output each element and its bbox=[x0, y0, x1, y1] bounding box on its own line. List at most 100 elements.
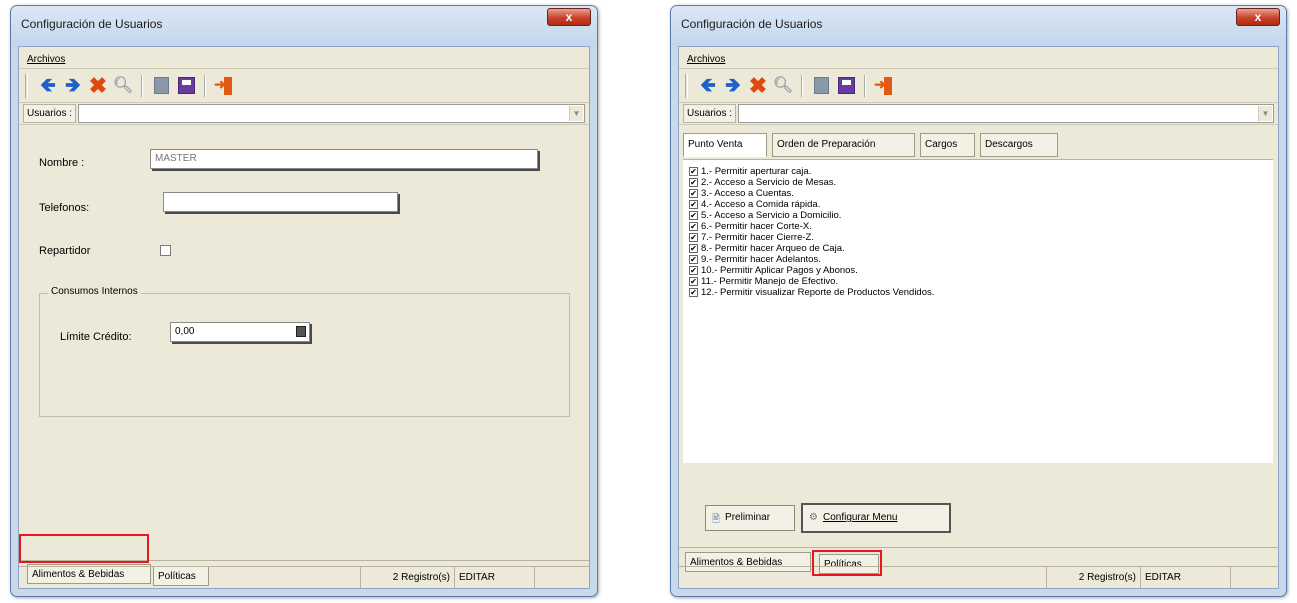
status-bar: 2 Registro(s) EDITAR bbox=[19, 566, 589, 588]
list-item[interactable]: ✔ 4.- Acceso a Comida rápida. bbox=[683, 199, 1273, 210]
list-item[interactable]: ✔ 3.- Acceso a Cuentas. bbox=[683, 188, 1273, 199]
list-item[interactable]: ✔ 1.- Permitir aperturar caja. bbox=[683, 166, 1273, 177]
permission-label: 2.- Acceso a Servicio de Mesas. bbox=[701, 177, 837, 188]
menu-archivos[interactable]: Archivos bbox=[687, 54, 725, 65]
nombre-label: Nombre : bbox=[39, 157, 85, 169]
check-icon[interactable]: ✔ bbox=[689, 277, 698, 286]
permission-label: 6.- Permitir hacer Corte-X. bbox=[701, 221, 812, 232]
search-icon[interactable]: 🔍︎ bbox=[112, 75, 134, 97]
users-row: Usuarios : ▼ bbox=[19, 103, 589, 125]
list-item[interactable]: ✔ 6.- Permitir hacer Corte-X. bbox=[683, 221, 1273, 232]
consumos-internos-group: Consumos Internos Límite Crédito: 0,00 bbox=[39, 286, 570, 417]
exit-icon[interactable] bbox=[213, 75, 235, 97]
save-icon[interactable] bbox=[175, 75, 197, 97]
title-bar[interactable]: Configuración de Usuarios x bbox=[671, 6, 1286, 46]
check-icon[interactable]: ✔ bbox=[689, 244, 698, 253]
gear-icon: ⚙ bbox=[809, 512, 818, 523]
check-icon[interactable]: ✔ bbox=[689, 200, 698, 209]
exit-icon[interactable] bbox=[873, 75, 895, 97]
toolbar-separator bbox=[141, 74, 143, 97]
title-bar[interactable]: Configuración de Usuarios x bbox=[11, 6, 597, 46]
group-title: Consumos Internos bbox=[48, 286, 141, 297]
close-button[interactable]: x bbox=[1236, 8, 1280, 26]
window-title: Configuración de Usuarios bbox=[681, 17, 823, 31]
window-title: Configuración de Usuarios bbox=[21, 17, 163, 31]
list-item[interactable]: ✔ 8.- Permitir hacer Arqueo de Caja. bbox=[683, 243, 1273, 254]
check-icon[interactable]: ✔ bbox=[689, 211, 698, 220]
check-icon[interactable]: ✔ bbox=[689, 266, 698, 275]
back-arrow-icon[interactable]: 🡸 bbox=[697, 75, 719, 97]
delete-icon[interactable]: ✖ bbox=[747, 74, 769, 97]
users-combobox[interactable]: ▼ bbox=[738, 104, 1274, 123]
check-icon[interactable]: ✔ bbox=[689, 189, 698, 198]
repartidor-label: Repartidor bbox=[39, 245, 91, 257]
nombre-field[interactable]: MASTER bbox=[150, 149, 538, 169]
back-arrow-icon[interactable]: 🡸 bbox=[37, 75, 59, 97]
repartidor-checkbox[interactable] bbox=[160, 245, 171, 256]
permission-label: 3.- Acceso a Cuentas. bbox=[701, 188, 794, 199]
list-item[interactable]: ✔ 7.- Permitir hacer Cierre-Z. bbox=[683, 232, 1273, 243]
status-bar: 2 Registro(s) EDITAR bbox=[679, 566, 1278, 588]
tab-orden-preparacion[interactable]: Orden de Preparación bbox=[772, 133, 915, 157]
permission-label: 9.- Permitir hacer Adelantos. bbox=[701, 254, 821, 265]
user-form-panel: Nombre : MASTER Telefonos: Repartidor Co… bbox=[23, 127, 584, 527]
chevron-down-icon[interactable]: ▼ bbox=[569, 106, 583, 121]
calculator-icon[interactable] bbox=[296, 326, 306, 337]
search-icon[interactable]: 🔍︎ bbox=[772, 75, 794, 97]
document-icon[interactable] bbox=[810, 75, 832, 97]
left-window: Configuración de Usuarios x Archivos 🡸 🡺… bbox=[10, 5, 598, 597]
list-item[interactable]: ✔ 10.- Permitir Aplicar Pagos y Abonos. bbox=[683, 265, 1273, 276]
check-icon[interactable]: ✔ bbox=[689, 222, 698, 231]
permissions-list: ✔ 1.- Permitir aperturar caja. ✔ 2.- Acces… bbox=[683, 159, 1273, 463]
check-icon[interactable]: ✔ bbox=[689, 288, 698, 297]
permission-label: 10.- Permitir Aplicar Pagos y Abonos. bbox=[701, 265, 858, 276]
limite-credito-value: 0,00 bbox=[175, 326, 195, 337]
users-combobox[interactable]: ▼ bbox=[78, 104, 585, 123]
forward-arrow-icon[interactable]: 🡺 bbox=[62, 75, 84, 97]
permission-label: 11.- Permitir Manejo de Efectivo. bbox=[701, 276, 839, 287]
users-label: Usuarios : bbox=[23, 104, 77, 123]
tab-descargos[interactable]: Descargos bbox=[980, 133, 1058, 157]
list-item[interactable]: ✔ 11.- Permitir Manejo de Efectivo. bbox=[683, 276, 1273, 287]
list-item[interactable]: ✔ 2.- Acceso a Servicio de Mesas. bbox=[683, 177, 1273, 188]
permission-label: 12.- Permitir visualizar Reporte de Prod… bbox=[701, 287, 935, 298]
permission-label: 1.- Permitir aperturar caja. bbox=[701, 166, 812, 177]
check-icon[interactable]: ✔ bbox=[689, 178, 698, 187]
check-icon[interactable]: ✔ bbox=[689, 255, 698, 264]
limite-credito-label: Límite Crédito: bbox=[60, 331, 132, 343]
toolbar-separator bbox=[864, 74, 866, 97]
tab-cargos[interactable]: Cargos bbox=[920, 133, 975, 157]
menu-archivos[interactable]: Archivos bbox=[27, 54, 65, 65]
client-area: Archivos 🡸 🡺 ✖ 🔍︎ Usuarios : ▼ Punto Ven… bbox=[678, 46, 1279, 589]
check-icon[interactable]: ✔ bbox=[689, 167, 698, 176]
check-icon[interactable]: ✔ bbox=[689, 233, 698, 242]
configurar-menu-label: Configurar Menu bbox=[822, 512, 898, 523]
preliminar-button[interactable]: 🖹︎ Preliminar bbox=[705, 505, 795, 531]
close-button[interactable]: x bbox=[547, 8, 591, 26]
forward-arrow-icon[interactable]: 🡺 bbox=[722, 75, 744, 97]
permission-label: 7.- Permitir hacer Cierre-Z. bbox=[701, 232, 814, 243]
list-item[interactable]: ✔ 5.- Acceso a Servicio a Domicilio. bbox=[683, 210, 1273, 221]
permission-label: 4.- Acceso a Comida rápida. bbox=[701, 199, 821, 210]
toolbar-separator bbox=[801, 74, 803, 97]
limite-credito-field[interactable]: 0,00 bbox=[170, 322, 310, 342]
save-icon[interactable] bbox=[835, 75, 857, 97]
preliminar-label: Preliminar bbox=[725, 512, 771, 523]
document-icon[interactable] bbox=[150, 75, 172, 97]
delete-icon[interactable]: ✖ bbox=[87, 74, 109, 97]
status-mode: EDITAR bbox=[455, 567, 535, 588]
menu-bar: Archivos bbox=[679, 47, 1278, 69]
list-item[interactable]: ✔ 12.- Permitir visualizar Reporte de Pro… bbox=[683, 287, 1273, 298]
list-item[interactable]: ✔ 9.- Permitir hacer Adelantos. bbox=[683, 254, 1273, 265]
users-label: Usuarios : bbox=[683, 104, 737, 123]
toolbar-grip[interactable] bbox=[25, 73, 28, 98]
highlight-box-alimentos bbox=[19, 534, 149, 563]
highlight-box-politicas bbox=[812, 550, 882, 576]
toolbar-grip[interactable] bbox=[685, 73, 688, 98]
chevron-down-icon[interactable]: ▼ bbox=[1258, 106, 1272, 121]
telefonos-field[interactable] bbox=[163, 192, 398, 212]
status-cell-empty bbox=[19, 567, 361, 588]
toolbar: 🡸 🡺 ✖ 🔍︎ bbox=[19, 69, 589, 103]
configurar-menu-button[interactable]: ⚙ Configurar Menu bbox=[801, 503, 951, 533]
tab-punto-venta[interactable]: Punto Venta bbox=[683, 133, 767, 157]
